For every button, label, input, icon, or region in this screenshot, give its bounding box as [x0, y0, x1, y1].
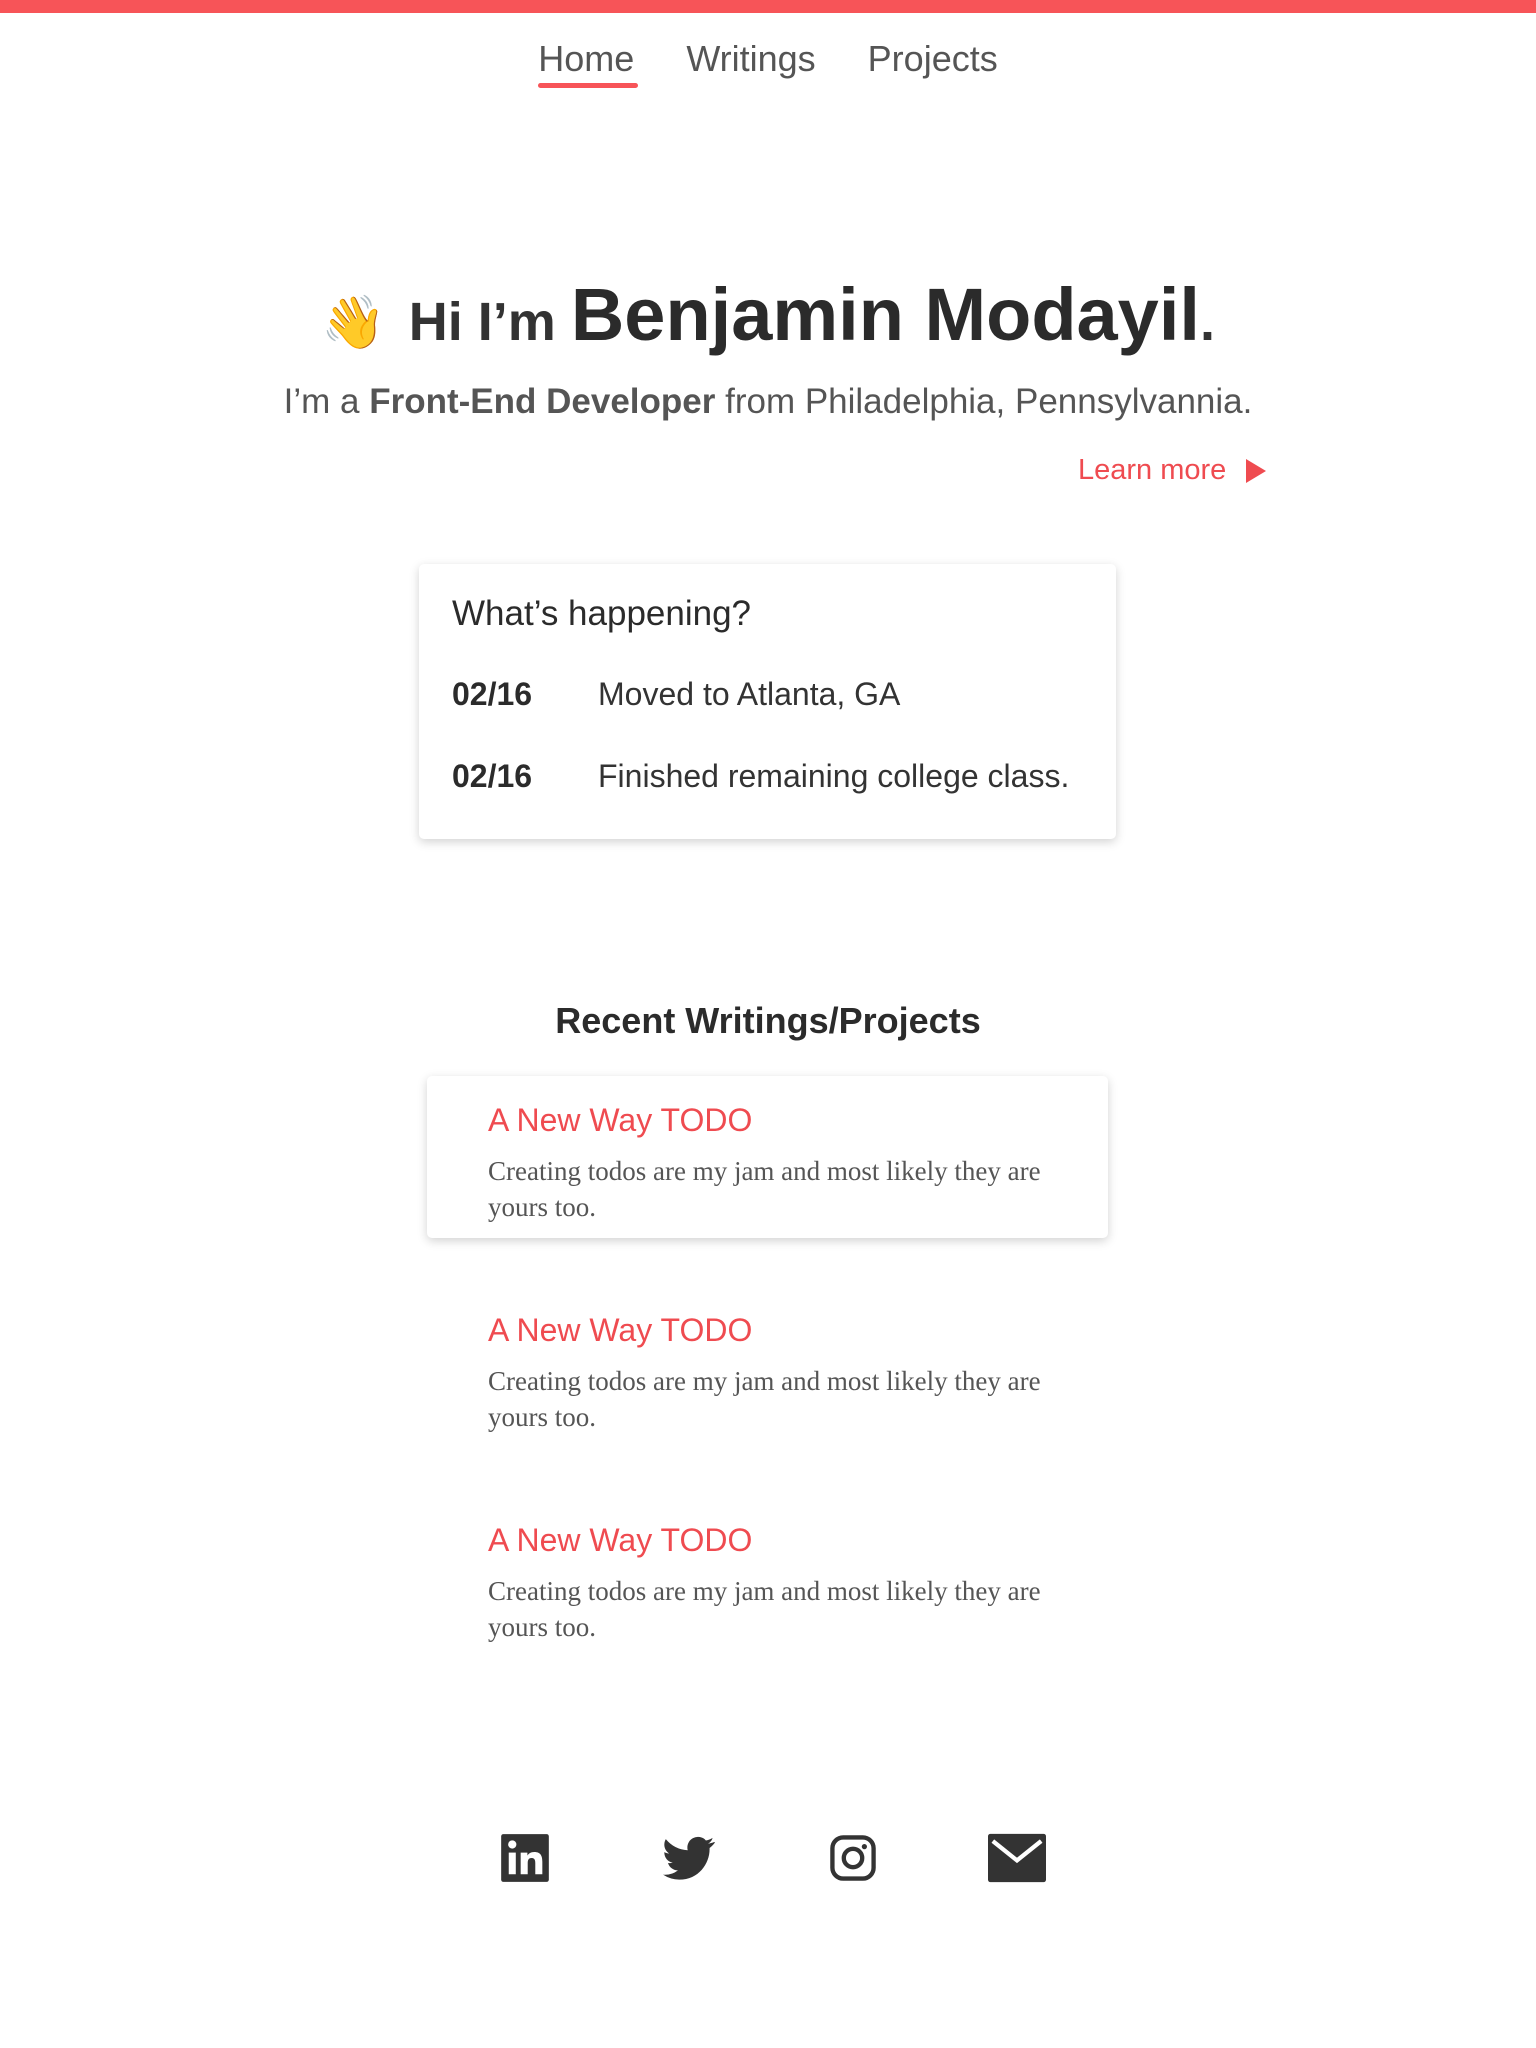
- social-links: [0, 1832, 1536, 1884]
- happening-date: 02/16: [452, 758, 533, 794]
- whats-happening-title: What’s happening?: [452, 594, 752, 633]
- instagram-svg: [830, 1835, 876, 1881]
- recent-section-title: Recent Writings/Projects: [555, 1000, 981, 1041]
- hero-greeting: Hi I’m: [408, 292, 556, 352]
- happening-item: 02/16 Finished remaining college class.: [452, 758, 1069, 795]
- happening-text: Finished remaining college class.: [598, 758, 1070, 794]
- nav-home[interactable]: Home: [538, 38, 639, 88]
- top-accent-bar: [0, 0, 1536, 13]
- learn-more-link[interactable]: Learn more: [1078, 454, 1267, 487]
- post-card[interactable]: A New Way TODO Creating todos are my jam…: [427, 1286, 1108, 1448]
- email-svg: [988, 1833, 1046, 1883]
- twitter-svg: [663, 1836, 715, 1880]
- post-description: Creating todos are my jam and most likel…: [488, 1576, 1041, 1642]
- linkedin-svg: [501, 1834, 549, 1882]
- main-nav: Home Writings Projects: [0, 38, 1536, 88]
- learn-more-label: Learn more: [1078, 454, 1227, 486]
- hero-sub-prefix: I’m a: [283, 382, 360, 421]
- post-description: Creating todos are my jam and most likel…: [488, 1156, 1041, 1222]
- happening-date: 02/16: [452, 676, 533, 712]
- hero-name: Benjamin Modayil: [570, 273, 1200, 356]
- play-arrow-icon: [1246, 458, 1267, 483]
- whats-happening-card: What’s happening? 02/16 Moved to Atlanta…: [419, 564, 1116, 839]
- hero-period: .: [1199, 292, 1215, 352]
- hero-role: Front-End Developer: [369, 382, 716, 421]
- post-title-link[interactable]: A New Way TODO: [488, 1312, 1108, 1349]
- happening-text: Moved to Atlanta, GA: [598, 676, 901, 712]
- nav-writings[interactable]: Writings: [686, 38, 815, 86]
- post-title-link[interactable]: A New Way TODO: [488, 1522, 1108, 1559]
- post-card[interactable]: A New Way TODO Creating todos are my jam…: [427, 1076, 1108, 1238]
- instagram-icon[interactable]: [824, 1832, 882, 1884]
- twitter-icon[interactable]: [660, 1832, 718, 1884]
- happening-item: 02/16 Moved to Atlanta, GA: [452, 676, 900, 713]
- nav-projects[interactable]: Projects: [868, 38, 998, 86]
- linkedin-icon[interactable]: [496, 1832, 554, 1884]
- post-description: Creating todos are my jam and most likel…: [488, 1366, 1041, 1432]
- email-icon[interactable]: [988, 1832, 1046, 1884]
- hero-title: 👋 Hi I’m Benjamin Modayil.: [0, 272, 1536, 357]
- hero-subtitle: I’m a Front-End Developer from Philadelp…: [0, 382, 1536, 422]
- post-title-link[interactable]: A New Way TODO: [488, 1102, 1108, 1139]
- hero-sub-suffix: from Philadelphia, Pennsylvannia.: [725, 382, 1253, 421]
- waving-hand-icon: 👋: [321, 294, 386, 352]
- post-card[interactable]: A New Way TODO Creating todos are my jam…: [427, 1496, 1108, 1658]
